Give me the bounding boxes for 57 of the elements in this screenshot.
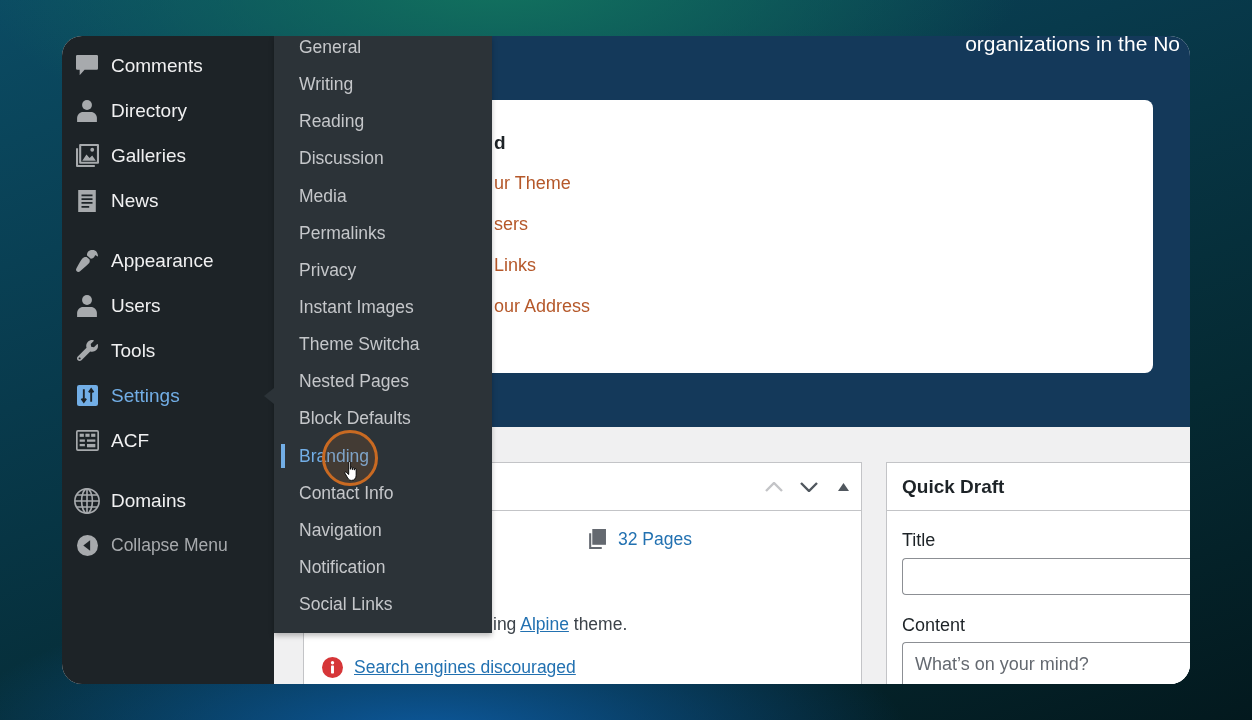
card-link[interactable]: ur Theme [494, 172, 571, 194]
title-input[interactable] [902, 558, 1190, 595]
submenu-item[interactable]: Media [281, 186, 355, 205]
submenu-item[interactable]: Instant Images [281, 298, 422, 316]
table-icon [75, 430, 99, 451]
chevron-down-icon [799, 481, 818, 492]
menu-item[interactable]: Settings [62, 373, 188, 418]
card-link[interactable]: Links [494, 254, 537, 276]
submenu-item[interactable]: Theme Switcha [281, 335, 428, 354]
tagline-text: organizations in the No [965, 36, 1180, 55]
menu-item[interactable]: Comments [62, 43, 211, 88]
chevron-up-icon [764, 481, 783, 492]
globe-icon [74, 487, 100, 514]
menu-item[interactable]: Appearance [62, 238, 222, 283]
field-label: Content [902, 615, 966, 635]
menu-item[interactable]: News [62, 178, 167, 223]
theme-notice-text: ing Alpine theme. [493, 613, 628, 635]
menu-item[interactable]: Tools [62, 328, 164, 373]
collapse-menu-button[interactable]: Collapse Menu [62, 523, 236, 568]
search-engines-link[interactable]: Search engines discouraged [354, 656, 576, 678]
menu-item[interactable]: ACF [62, 418, 157, 463]
triangle-up-icon [838, 482, 849, 491]
document-icon [78, 189, 96, 212]
menu-item[interactable]: Users [62, 283, 169, 328]
field-label: Title [902, 530, 936, 550]
left-arrow-circle-icon [76, 535, 98, 556]
theme-link[interactable]: Alpine [520, 614, 569, 634]
pages-icon [587, 529, 606, 549]
person-icon [77, 294, 97, 317]
menu-item[interactable]: Domains [62, 478, 194, 523]
settings-icon [76, 385, 98, 406]
submenu-item[interactable]: Discussion [281, 149, 392, 168]
pages-link[interactable]: 32 Pages [587, 528, 692, 550]
content-field[interactable]: What’s on your mind? [902, 642, 1190, 684]
submenu-item[interactable]: Notification [281, 557, 394, 576]
paintbrush-icon [76, 249, 98, 272]
submenu-item[interactable]: Nested Pages [281, 372, 417, 391]
speech-bubble-icon [76, 55, 98, 76]
submenu-item[interactable]: Contact Info [281, 483, 402, 502]
card-link[interactable]: sers [494, 213, 528, 235]
card-link[interactable]: our Address [494, 295, 591, 317]
menu-item[interactable]: Galleries [62, 133, 194, 178]
submenu-item[interactable]: Block Defaults [281, 409, 419, 428]
panel-title: Quick Draft [902, 475, 1005, 498]
wrench-icon [76, 340, 98, 361]
submenu-item[interactable]: Navigation [281, 520, 390, 539]
submenu-item[interactable]: Writing [281, 75, 362, 94]
card-heading: d [494, 132, 506, 154]
submenu-item[interactable]: Permalinks [281, 223, 394, 242]
submenu-item[interactable]: General [281, 38, 370, 56]
menu-item[interactable]: Directory [62, 88, 195, 133]
info-icon [322, 656, 343, 678]
submenu-item[interactable]: Reading [281, 112, 373, 131]
person-icon [77, 99, 97, 122]
submenu-item[interactable]: Social Links [281, 595, 401, 614]
submenu-item[interactable]: Privacy [281, 260, 365, 279]
images-icon [75, 144, 99, 167]
